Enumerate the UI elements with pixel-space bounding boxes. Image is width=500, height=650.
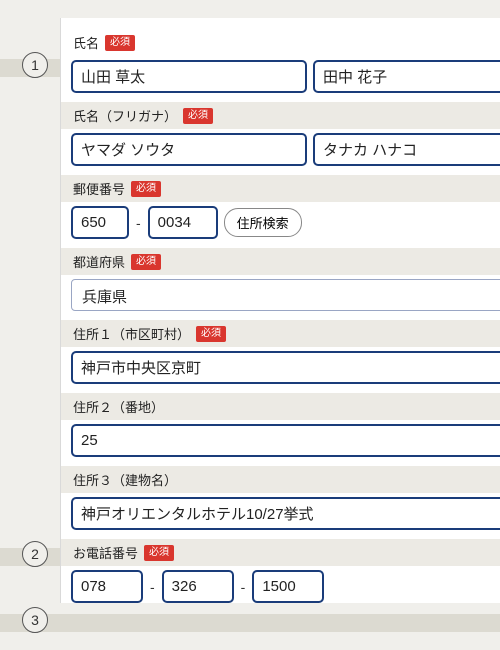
- label-name: 氏名 必須: [71, 28, 500, 56]
- required-badge: 必須: [131, 254, 161, 270]
- label-name-text: 氏名: [73, 33, 99, 52]
- address-lookup-button[interactable]: 住所検索: [224, 208, 302, 237]
- required-badge: 必須: [105, 35, 135, 51]
- callout-number-3: 3: [22, 607, 48, 633]
- field-kana: 氏名（フリガナ） 必須: [71, 101, 500, 166]
- input-tel1[interactable]: [71, 570, 143, 603]
- label-kana: 氏名（フリガナ） 必須: [61, 101, 500, 129]
- form-panel: 氏名 必須 氏名（フリガナ） 必須 郵便番号 必須 - 住所検索: [60, 18, 500, 603]
- label-address3: 住所３（建物名）: [61, 465, 500, 493]
- label-telephone-text: お電話番号: [73, 543, 138, 562]
- label-address2-text: 住所２（番地）: [73, 397, 164, 416]
- field-telephone: お電話番号 必須 - -: [71, 538, 500, 603]
- input-lastname-kana[interactable]: [71, 133, 307, 166]
- input-firstname-kana[interactable]: [313, 133, 500, 166]
- field-postal: 郵便番号 必須 - 住所検索: [71, 174, 500, 239]
- callout-bar-3: [0, 614, 500, 632]
- label-address2: 住所２（番地）: [61, 392, 500, 420]
- select-prefecture[interactable]: 兵庫県: [71, 279, 500, 311]
- input-address1[interactable]: [71, 351, 500, 384]
- input-lastname[interactable]: [71, 60, 307, 93]
- field-address2: 住所２（番地）: [71, 392, 500, 457]
- label-postal-text: 郵便番号: [73, 179, 125, 198]
- field-name: 氏名 必須: [71, 28, 500, 93]
- required-badge: 必須: [196, 326, 226, 342]
- input-firstname[interactable]: [313, 60, 500, 93]
- label-postal: 郵便番号 必須: [61, 174, 500, 202]
- tel-dash-2: -: [240, 579, 247, 595]
- callout-number-2: 2: [22, 541, 48, 567]
- field-prefecture: 都道府県 必須 兵庫県: [71, 247, 500, 311]
- label-address1: 住所１（市区町村） 必須: [61, 319, 500, 347]
- label-prefecture: 都道府県 必須: [61, 247, 500, 275]
- field-address1: 住所１（市区町村） 必須: [71, 319, 500, 384]
- label-address3-text: 住所３（建物名）: [73, 470, 177, 489]
- label-prefecture-text: 都道府県: [73, 252, 125, 271]
- input-address3[interactable]: [71, 497, 500, 530]
- label-address1-text: 住所１（市区町村）: [73, 324, 190, 343]
- zip-dash: -: [135, 215, 142, 231]
- tel-dash-1: -: [149, 579, 156, 595]
- select-prefecture-value: 兵庫県: [72, 280, 500, 313]
- input-tel3[interactable]: [252, 570, 324, 603]
- input-zip1[interactable]: [71, 206, 129, 239]
- required-badge: 必須: [144, 545, 174, 561]
- required-badge: 必須: [183, 108, 213, 124]
- callout-number-1: 1: [22, 52, 48, 78]
- input-zip2[interactable]: [148, 206, 218, 239]
- input-tel2[interactable]: [162, 570, 234, 603]
- label-telephone: お電話番号 必須: [61, 538, 500, 566]
- required-badge: 必須: [131, 181, 161, 197]
- field-address3: 住所３（建物名）: [71, 465, 500, 530]
- label-kana-text: 氏名（フリガナ）: [73, 106, 177, 125]
- input-address2[interactable]: [71, 424, 500, 457]
